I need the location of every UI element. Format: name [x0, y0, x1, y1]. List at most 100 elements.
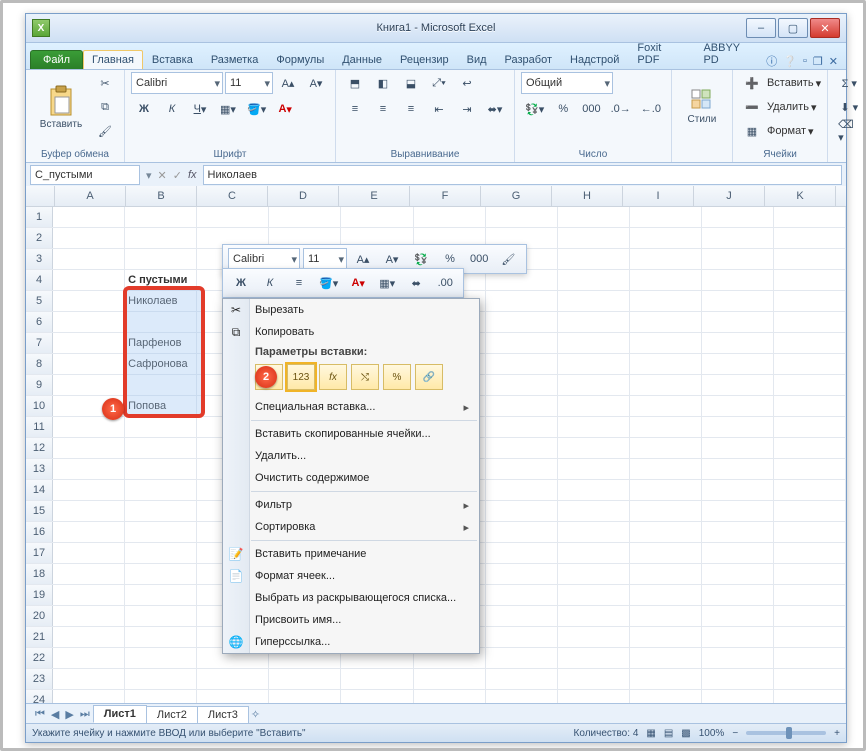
sheet-nav-next-icon[interactable]: ▶: [62, 708, 76, 721]
tab-view[interactable]: Вид: [458, 50, 496, 69]
row-header[interactable]: 6: [26, 312, 53, 332]
cell[interactable]: [53, 312, 125, 332]
col-header[interactable]: E: [339, 186, 410, 206]
ctx-filter[interactable]: Фильтр▸: [223, 494, 479, 516]
view-layout-icon[interactable]: ▤: [664, 728, 673, 739]
col-header[interactable]: J: [694, 186, 765, 206]
ctx-sort[interactable]: Сортировка▸: [223, 516, 479, 538]
cell[interactable]: [486, 669, 558, 689]
cell[interactable]: [53, 627, 125, 647]
cell[interactable]: [702, 228, 774, 248]
cell[interactable]: [486, 333, 558, 353]
bold-icon[interactable]: Ж: [131, 98, 157, 120]
tab-home[interactable]: Главная: [83, 50, 143, 69]
cell[interactable]: [630, 438, 702, 458]
cell[interactable]: [630, 606, 702, 626]
ctx-paste-special[interactable]: Специальная вставка...▸: [223, 396, 479, 418]
cell[interactable]: [558, 438, 630, 458]
insert-cells-icon[interactable]: ➕: [739, 72, 765, 94]
align-center-icon[interactable]: ≡: [370, 98, 396, 120]
cell[interactable]: Попова: [125, 396, 197, 416]
row-header[interactable]: 23: [26, 669, 53, 689]
cell[interactable]: [486, 606, 558, 626]
cancel-formula-icon[interactable]: ✕: [158, 169, 167, 182]
cell[interactable]: [486, 543, 558, 563]
ctx-comment[interactable]: 📝Вставить примечание: [223, 543, 479, 565]
cell[interactable]: [486, 501, 558, 521]
align-bottom-icon[interactable]: ⬓: [398, 72, 424, 94]
fill-icon[interactable]: ⬇ ▾: [834, 96, 864, 118]
cell[interactable]: [197, 207, 269, 227]
row-header[interactable]: 8: [26, 354, 53, 374]
maximize-button[interactable]: ▢: [778, 18, 808, 38]
cell[interactable]: [414, 207, 486, 227]
align-top-icon[interactable]: ⬒: [342, 72, 368, 94]
cell[interactable]: [558, 333, 630, 353]
clear-icon[interactable]: ⌫ ▾: [834, 120, 864, 142]
mini-font-color-icon[interactable]: A▾: [345, 272, 371, 294]
col-header[interactable]: K: [765, 186, 836, 206]
cell[interactable]: [774, 522, 846, 542]
cell[interactable]: Николаев: [125, 291, 197, 311]
mini-bold-icon[interactable]: Ж: [228, 272, 254, 294]
cell[interactable]: [125, 459, 197, 479]
mini-comma-icon[interactable]: 000: [466, 248, 492, 270]
cell[interactable]: [774, 396, 846, 416]
cell[interactable]: [774, 480, 846, 500]
cell[interactable]: [53, 648, 125, 668]
cell[interactable]: [197, 690, 269, 704]
name-box[interactable]: С_пустыми: [30, 165, 140, 185]
cell[interactable]: [702, 543, 774, 563]
cell[interactable]: [558, 312, 630, 332]
tab-data[interactable]: Данные: [333, 50, 391, 69]
cell[interactable]: [486, 648, 558, 668]
cell[interactable]: [702, 585, 774, 605]
italic-icon[interactable]: К: [159, 98, 185, 120]
row-header[interactable]: 5: [26, 291, 53, 311]
cell[interactable]: [53, 375, 125, 395]
row-header[interactable]: 22: [26, 648, 53, 668]
cell[interactable]: [558, 375, 630, 395]
cell[interactable]: [774, 501, 846, 521]
mini-border-icon[interactable]: ▦▾: [374, 272, 400, 294]
cell[interactable]: [125, 312, 197, 332]
paste-formatting-icon[interactable]: %: [383, 364, 411, 390]
copy-icon[interactable]: ⧉: [92, 96, 118, 118]
format-cells-label[interactable]: Формат: [767, 125, 806, 137]
cell[interactable]: [125, 522, 197, 542]
tab-addins[interactable]: Надстрой: [561, 50, 628, 69]
cell[interactable]: [486, 396, 558, 416]
ctx-delete[interactable]: Удалить...: [223, 445, 479, 467]
cell[interactable]: [702, 690, 774, 704]
number-format-select[interactable]: Общий: [521, 72, 613, 94]
dec-decimal-icon[interactable]: ←.0: [637, 98, 665, 120]
ctx-format[interactable]: 📄Формат ячеек...: [223, 565, 479, 587]
view-break-icon[interactable]: ▩: [681, 728, 690, 739]
row-header[interactable]: 2: [26, 228, 53, 248]
cell[interactable]: [558, 648, 630, 668]
cell[interactable]: [125, 480, 197, 500]
cell[interactable]: [702, 312, 774, 332]
ctx-clear[interactable]: Очистить содержимое: [223, 467, 479, 489]
cell[interactable]: [486, 438, 558, 458]
cell[interactable]: [774, 354, 846, 374]
cell[interactable]: [558, 228, 630, 248]
cell[interactable]: [558, 354, 630, 374]
cell[interactable]: [558, 543, 630, 563]
cell[interactable]: [558, 669, 630, 689]
font-color-icon[interactable]: A▾: [272, 98, 298, 120]
cell[interactable]: [341, 690, 413, 704]
new-sheet-icon[interactable]: ✧: [248, 708, 263, 721]
view-normal-icon[interactable]: ▦: [646, 728, 655, 739]
col-header[interactable]: F: [410, 186, 481, 206]
cell[interactable]: [558, 522, 630, 542]
sheet-tab[interactable]: Лист1: [93, 705, 147, 723]
cell[interactable]: [774, 207, 846, 227]
col-header[interactable]: D: [268, 186, 339, 206]
delete-cells-icon[interactable]: ➖: [739, 96, 765, 118]
cell[interactable]: [558, 249, 630, 269]
cell[interactable]: [774, 375, 846, 395]
cell[interactable]: [269, 207, 341, 227]
close-doc-icon[interactable]: ✕: [829, 55, 838, 68]
row-header[interactable]: 13: [26, 459, 53, 479]
